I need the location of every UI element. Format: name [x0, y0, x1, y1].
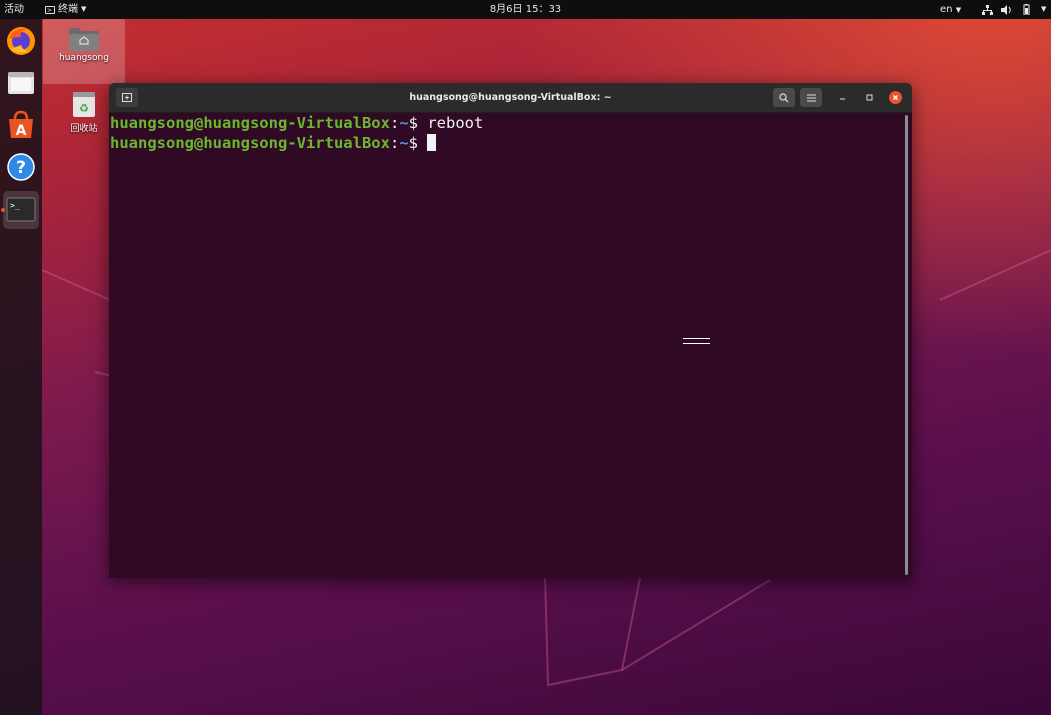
minimize-icon	[840, 98, 845, 100]
dock: A ? >_	[0, 19, 42, 715]
minimize-button[interactable]	[836, 91, 849, 104]
terminal-icon: >_	[6, 197, 36, 222]
network-icon	[982, 4, 993, 15]
terminal-window[interactable]: huangsong@huangsong-VirtualBox: ~ huangs…	[109, 83, 912, 578]
clock-area: 8月6日 15：33	[0, 0, 1051, 19]
menu-button[interactable]	[800, 88, 822, 107]
new-tab-button[interactable]	[116, 88, 138, 107]
text-cursor	[427, 134, 437, 151]
svg-text:♻: ♻	[79, 102, 89, 115]
window-titlebar[interactable]: huangsong@huangsong-VirtualBox: ~	[109, 83, 912, 113]
terminal-line: huangsong@huangsong-VirtualBox:~$ reboot	[110, 113, 483, 133]
firefox-icon	[7, 27, 35, 55]
files-icon	[8, 72, 34, 94]
prompt-symbol: $	[408, 134, 428, 152]
system-menu-arrow-icon: ▼	[1041, 5, 1047, 13]
running-indicator	[1, 208, 5, 212]
home-folder-icon	[69, 28, 99, 51]
desktop-icon-home[interactable]: huangsong	[43, 19, 125, 84]
scrollbar[interactable]	[905, 115, 908, 575]
close-button[interactable]	[889, 91, 902, 104]
terminal-output[interactable]: huangsong@huangsong-VirtualBox:~$ reboot…	[109, 113, 912, 578]
dock-software[interactable]: A	[3, 107, 39, 143]
desktop-icon-label: huangsong	[59, 53, 109, 63]
language-label: en	[940, 4, 953, 15]
svg-text:?: ?	[16, 158, 26, 178]
dock-terminal[interactable]: >_	[1, 191, 39, 229]
dock-files[interactable]	[3, 65, 39, 101]
maximize-button[interactable]	[863, 91, 876, 104]
new-tab-icon	[122, 93, 132, 102]
search-icon	[779, 93, 789, 103]
dock-help[interactable]: ?	[3, 149, 39, 185]
mouse-pointer	[683, 338, 710, 344]
battery-icon	[1023, 4, 1030, 15]
svg-text:A: A	[16, 123, 27, 139]
prompt-separator: :	[389, 134, 400, 152]
top-bar: 活动 > 终端 ▼ 8月6日 15：33 en ▼ ▼	[0, 0, 1051, 19]
terminal-line: huangsong@huangsong-VirtualBox:~$	[110, 133, 437, 153]
prompt-user-host: huangsong@huangsong-VirtualBox	[110, 114, 390, 132]
hamburger-menu-icon	[806, 94, 816, 102]
chevron-down-icon: ▼	[955, 6, 962, 14]
language-indicator[interactable]: en ▼	[940, 0, 961, 19]
maximize-icon	[866, 94, 873, 101]
prompt-user-host: huangsong@huangsong-VirtualBox	[110, 134, 390, 152]
volume-icon	[1001, 4, 1011, 15]
trash-icon: ♻	[73, 92, 95, 117]
prompt-path: ~	[399, 114, 409, 132]
clock[interactable]: 8月6日 15：33	[490, 4, 561, 15]
prompt-path: ~	[399, 134, 409, 152]
dock-firefox[interactable]	[3, 23, 39, 59]
search-button[interactable]	[773, 88, 795, 107]
software-icon: A	[9, 110, 33, 139]
svg-text:>_: >_	[10, 201, 20, 210]
close-icon	[893, 95, 898, 100]
system-menu[interactable]: ▼	[982, 0, 1046, 19]
help-icon: ?	[7, 153, 35, 181]
command-text: reboot	[427, 114, 484, 132]
prompt-separator: :	[389, 114, 400, 132]
prompt-symbol: $	[408, 114, 428, 132]
